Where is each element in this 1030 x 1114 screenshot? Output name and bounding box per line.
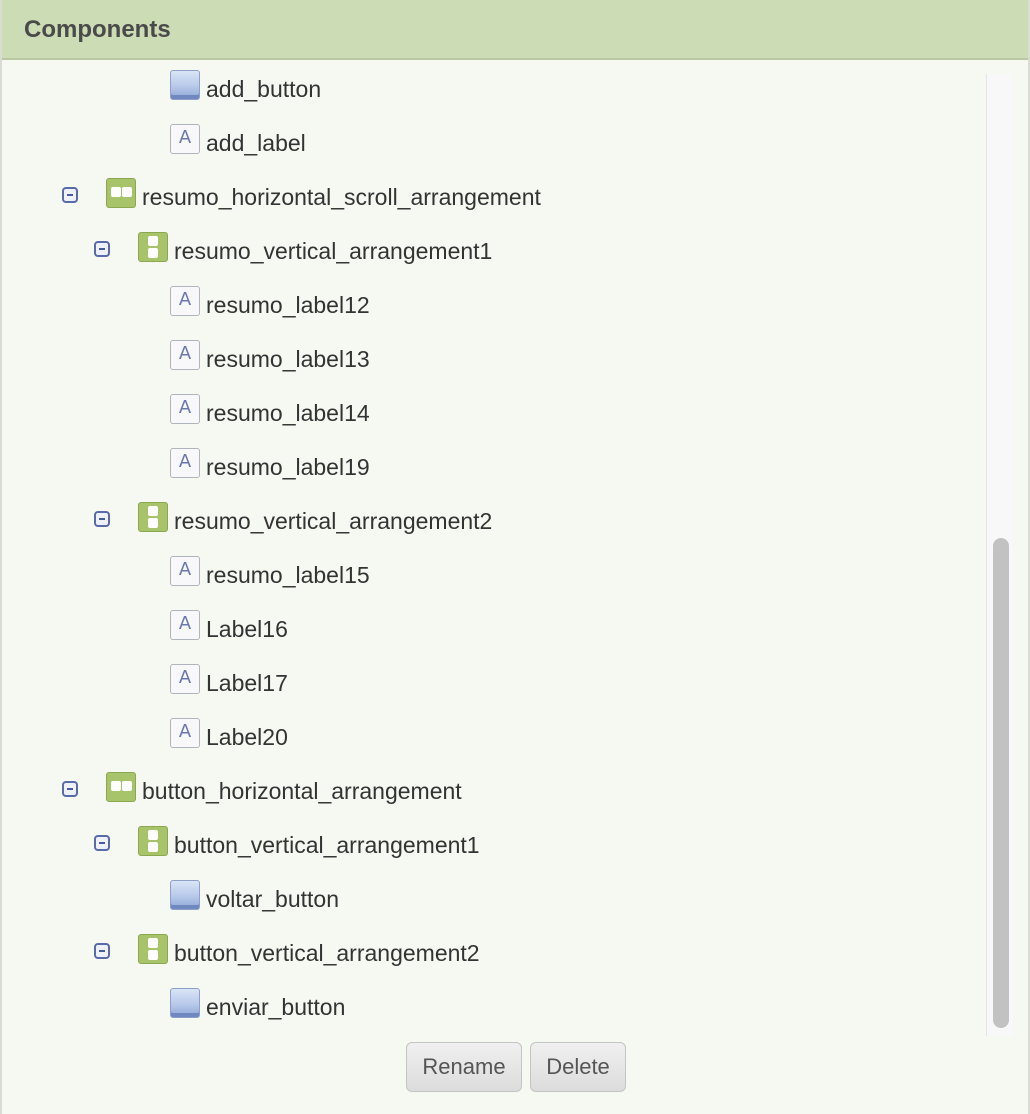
tree-item-label: resumo_vertical_arrangement1 xyxy=(174,238,493,264)
tree-item[interactable]: button_horizontal_arrangement xyxy=(2,768,982,822)
collapse-toggle-icon[interactable] xyxy=(62,187,78,203)
scrollbar-thumb[interactable] xyxy=(993,538,1009,1028)
tree-item-label: resumo_label14 xyxy=(206,400,370,426)
tree-item[interactable]: button_vertical_arrangement2 xyxy=(2,930,982,984)
tree-item[interactable]: resumo_vertical_arrangement1 xyxy=(2,228,982,282)
tree-item[interactable]: Aresumo_label14 xyxy=(2,390,982,444)
tree-item[interactable]: A Label17 xyxy=(2,660,982,714)
label-component-icon: A xyxy=(170,340,200,370)
tree-item-label: button_vertical_arrangement1 xyxy=(174,832,480,858)
components-panel: Components add_button Aadd_label resumo_ho… xyxy=(0,0,1030,1114)
tree-item-label: resumo_label13 xyxy=(206,346,370,372)
rename-button[interactable]: Rename xyxy=(406,1042,522,1092)
tree-item-label: Label16 xyxy=(206,616,288,642)
tree-item[interactable]: button_vertical_arrangement1 xyxy=(2,822,982,876)
tree-item-label: resumo_horizontal_scroll_arrangement xyxy=(142,184,541,210)
vertical-arrangement-icon xyxy=(138,934,168,964)
collapse-toggle-icon[interactable] xyxy=(94,943,110,959)
collapse-toggle-icon[interactable] xyxy=(94,835,110,851)
tree-item[interactable]: add_button xyxy=(2,66,982,120)
delete-button[interactable]: Delete xyxy=(530,1042,626,1092)
tree-item[interactable]: resumo_horizontal_scroll_arrangement xyxy=(2,174,982,228)
button-component-icon xyxy=(170,70,200,100)
tree-item-label: Label20 xyxy=(206,724,288,750)
tree-item-label: resumo_label15 xyxy=(206,562,370,588)
tree-item[interactable]: Aresumo_label13 xyxy=(2,336,982,390)
tree-item-label: voltar_button xyxy=(206,886,339,912)
panel-title: Components xyxy=(24,16,171,43)
tree-item-label: resumo_label12 xyxy=(206,292,370,318)
vertical-arrangement-icon xyxy=(138,826,168,856)
collapse-toggle-icon[interactable] xyxy=(62,781,78,797)
vertical-arrangement-icon xyxy=(138,502,168,532)
tree-item[interactable]: A Label16 xyxy=(2,606,982,660)
horizontal-arrangement-icon xyxy=(106,772,136,802)
component-tree: add_button Aadd_label resumo_horizontal_sc… xyxy=(2,66,982,1036)
label-component-icon: A xyxy=(170,664,200,694)
vertical-arrangement-icon xyxy=(138,232,168,262)
tree-item-label: add_label xyxy=(206,130,306,156)
collapse-toggle-icon[interactable] xyxy=(94,511,110,527)
panel-header: Components xyxy=(2,0,1028,60)
label-component-icon: A xyxy=(170,610,200,640)
label-component-icon: A xyxy=(170,556,200,586)
tree-item[interactable]: Aresumo_label12 xyxy=(2,282,982,336)
label-component-icon: A xyxy=(170,124,200,154)
tree-item-label: Label17 xyxy=(206,670,288,696)
tree-item-label: resumo_label19 xyxy=(206,454,370,480)
tree-item[interactable]: resumo_vertical_arrangement2 xyxy=(2,498,982,552)
tree-item[interactable]: Aresumo_label19 xyxy=(2,444,982,498)
tree-item[interactable]: Aresumo_label15 xyxy=(2,552,982,606)
tree-item[interactable]: Aadd_label xyxy=(2,120,982,174)
tree-item-label: button_vertical_arrangement2 xyxy=(174,940,480,966)
label-component-icon: A xyxy=(170,394,200,424)
label-component-icon: A xyxy=(170,286,200,316)
tree-item-label: resumo_vertical_arrangement2 xyxy=(174,508,493,534)
tree-item-label: button_horizontal_arrangement xyxy=(142,778,462,804)
button-component-icon xyxy=(170,880,200,910)
horizontal-arrangement-icon xyxy=(106,178,136,208)
tree-item[interactable]: enviar_button xyxy=(2,984,982,1036)
tree-item[interactable]: A Label20 xyxy=(2,714,982,768)
tree-item-label: enviar_button xyxy=(206,994,346,1020)
label-component-icon: A xyxy=(170,448,200,478)
label-component-icon: A xyxy=(170,718,200,748)
button-component-icon xyxy=(170,988,200,1018)
tree-item[interactable]: voltar_button xyxy=(2,876,982,930)
collapse-toggle-icon[interactable] xyxy=(94,241,110,257)
tree-item-label: add_button xyxy=(206,76,322,102)
